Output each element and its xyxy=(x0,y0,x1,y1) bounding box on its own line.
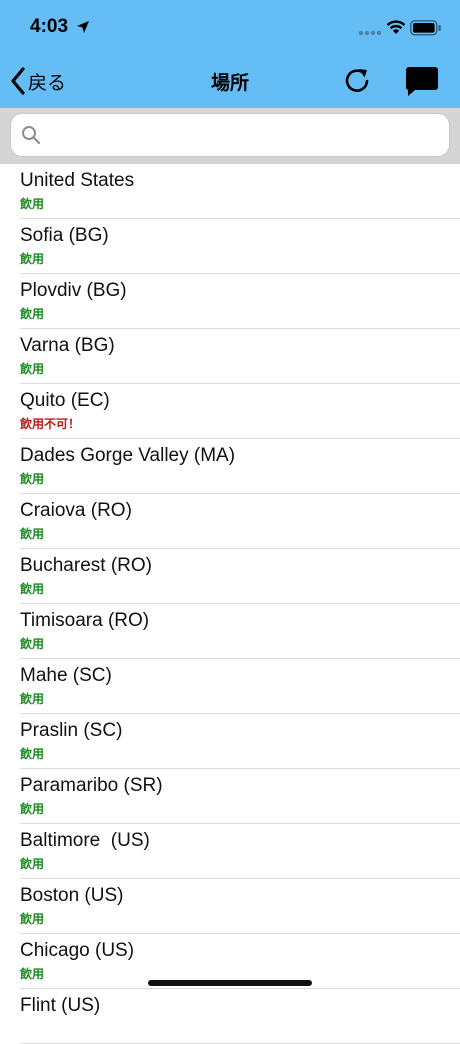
home-indicator xyxy=(148,980,312,986)
location-name: Baltimore (US) xyxy=(20,830,150,851)
drinkability-status: 飲用 xyxy=(20,747,45,761)
location-arrow-icon xyxy=(77,21,89,33)
list-item[interactable]: Timisoara (RO) 飲用 xyxy=(20,604,460,659)
list-item[interactable]: Boston (US) 飲用 xyxy=(20,879,460,934)
search-icon xyxy=(22,126,41,145)
list-item[interactable]: Quito (EC) 飲用不可！ xyxy=(20,384,460,439)
navigation-bar: 戻る 場所 xyxy=(0,54,460,108)
search-bar-container xyxy=(0,108,460,164)
list-item[interactable]: Mahe (SC) 飲用 xyxy=(20,659,460,714)
location-name: Bucharest (RO) xyxy=(20,555,152,576)
list-item[interactable]: Craiova (RO) 飲用 xyxy=(20,494,460,549)
drinkability-status: 飲用 xyxy=(20,692,45,706)
drinkability-status: 飲用 xyxy=(20,912,45,926)
drinkability-status: 飲用 xyxy=(20,362,45,376)
drinkability-status: 飲用 xyxy=(20,197,45,211)
location-name: Sofia (BG) xyxy=(20,225,109,246)
status-time: 4:03 xyxy=(30,16,69,37)
list-item[interactable]: Plovdiv (BG) 飲用 xyxy=(20,274,460,329)
wifi-icon xyxy=(386,20,406,34)
drinkability-status: 飲用 xyxy=(20,307,45,321)
refresh-icon[interactable] xyxy=(342,65,372,95)
list-item[interactable]: Baltimore (US) 飲用 xyxy=(20,824,460,879)
location-name: Paramaribo (SR) xyxy=(20,775,163,796)
list-item[interactable]: Sofia (BG) 飲用 xyxy=(20,219,460,274)
page-title: 場所 xyxy=(210,73,249,94)
drinkability-status: 飲用 xyxy=(20,252,45,266)
location-name: Praslin (SC) xyxy=(20,720,123,741)
location-name: Timisoara (RO) xyxy=(20,610,150,631)
drinkability-status: 飲用 xyxy=(20,967,45,981)
list-item[interactable]: Dades Gorge Valley (MA) 飲用 xyxy=(20,439,460,494)
drinkability-status: 飲用 xyxy=(20,527,45,541)
location-list: United States 飲用 Sofia (BG) 飲用 Plovdiv (BG) 飲… xyxy=(0,164,460,1044)
location-name: Flint (US) xyxy=(20,995,101,1016)
status-bar: 4:03 xyxy=(0,0,460,54)
list-item[interactable]: United States 飲用 xyxy=(20,164,460,219)
location-name: Plovdiv (BG) xyxy=(20,280,127,301)
drinkability-status: 飲用 xyxy=(20,637,45,651)
location-name: Varna (BG) xyxy=(20,335,115,356)
drinkability-status: 飲用 xyxy=(20,857,45,871)
search-field[interactable] xyxy=(10,113,450,157)
location-name: Quito (EC) xyxy=(20,390,110,411)
location-name: Dades Gorge Valley (MA) xyxy=(20,445,236,466)
search-input[interactable] xyxy=(47,120,441,152)
signal-icon xyxy=(358,30,382,36)
location-name: Mahe (SC) xyxy=(20,665,112,686)
header-bar: 4:03 戻る 場所 xyxy=(0,0,460,108)
drinkability-status: 飲用 xyxy=(20,802,45,816)
location-name: Craiova (RO) xyxy=(20,500,132,521)
location-name: Boston (US) xyxy=(20,885,124,906)
chat-bubble-icon[interactable] xyxy=(405,65,439,97)
list-item[interactable]: Bucharest (RO) 飲用 xyxy=(20,549,460,604)
battery-icon xyxy=(410,20,441,36)
location-name: United States xyxy=(20,170,135,191)
list-item[interactable]: Varna (BG) 飲用 xyxy=(20,329,460,384)
list-item[interactable]: Flint (US) xyxy=(20,989,460,1044)
drinkability-status: 飲用 xyxy=(20,582,45,596)
location-name: Chicago (US) xyxy=(20,940,135,961)
list-item[interactable]: Praslin (SC) 飲用 xyxy=(20,714,460,769)
drinkability-status: 飲用 xyxy=(20,472,45,486)
drinkability-status: 飲用不可！ xyxy=(20,417,81,431)
list-item[interactable]: Paramaribo (SR) 飲用 xyxy=(20,769,460,824)
